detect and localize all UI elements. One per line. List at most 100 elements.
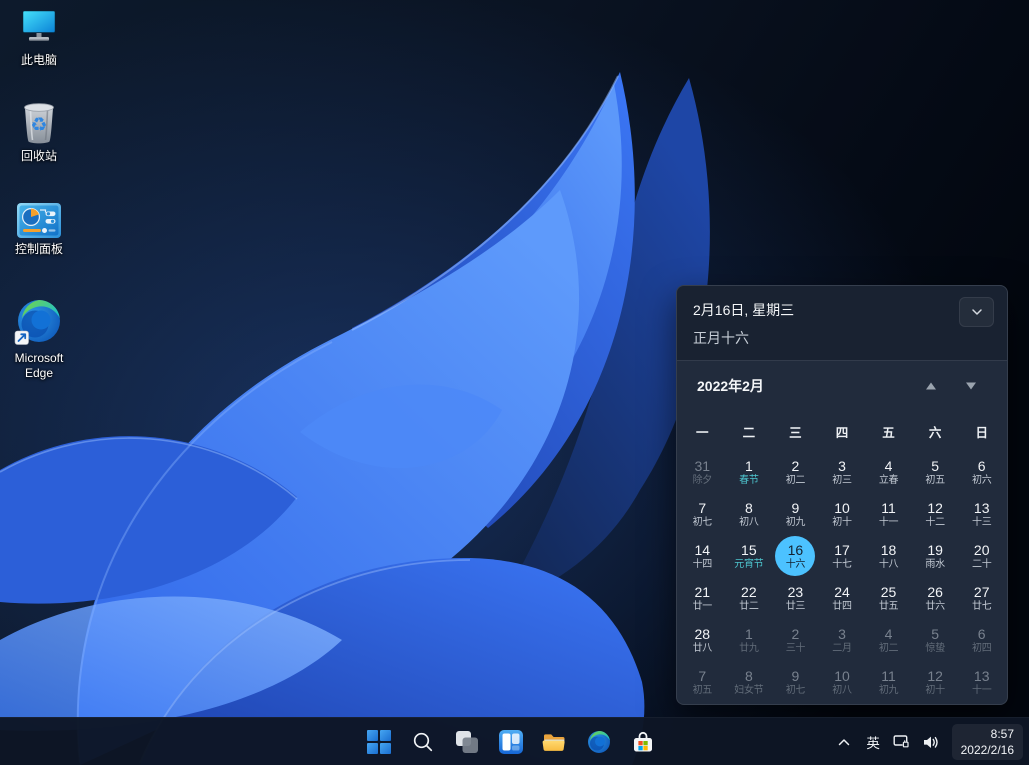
calendar-day[interactable]: 28廿八 bbox=[679, 619, 726, 661]
triangle-down-icon bbox=[965, 381, 977, 391]
calendar-day[interactable]: 12初十 bbox=[912, 661, 959, 703]
taskbar-task-view-button[interactable] bbox=[449, 724, 485, 760]
calendar-day[interactable]: 16十六 bbox=[772, 535, 819, 577]
calendar-day[interactable]: 23廿三 bbox=[772, 577, 819, 619]
calendar-day[interactable]: 6初六 bbox=[958, 451, 1005, 493]
clock-date: 2022/2/16 bbox=[961, 742, 1014, 758]
calendar-day[interactable]: 8妇女节 bbox=[726, 661, 773, 703]
calendar-day[interactable]: 21廿一 bbox=[679, 577, 726, 619]
widgets-icon bbox=[499, 730, 523, 754]
calendar-day[interactable]: 25廿五 bbox=[865, 577, 912, 619]
ime-language-label: 英 bbox=[866, 732, 880, 752]
calendar-day[interactable]: 17十七 bbox=[819, 535, 866, 577]
this-pc-icon bbox=[16, 8, 62, 50]
weekday-label: 二 bbox=[726, 422, 773, 441]
calendar-day[interactable]: 15元宵节 bbox=[726, 535, 773, 577]
calendar-day[interactable]: 5初五 bbox=[912, 451, 959, 493]
calendar-day[interactable]: 9初九 bbox=[772, 493, 819, 535]
chevron-down-icon bbox=[970, 305, 984, 319]
weekday-label: 六 bbox=[912, 422, 959, 441]
start-icon bbox=[367, 730, 391, 754]
calendar-day[interactable]: 3二月 bbox=[819, 619, 866, 661]
triangle-up-icon bbox=[925, 381, 937, 391]
taskbar-search-button[interactable] bbox=[405, 724, 441, 760]
calendar-day[interactable]: 10初十 bbox=[819, 493, 866, 535]
calendar-month-nav: 2022年2月 bbox=[677, 361, 1007, 411]
taskbar: 英 8:57 bbox=[0, 717, 1029, 765]
desktop-icon-label: 回收站 bbox=[21, 149, 57, 164]
search-icon bbox=[412, 731, 434, 753]
calendar-day[interactable]: 6初四 bbox=[958, 619, 1005, 661]
calendar-day[interactable]: 5惊蛰 bbox=[912, 619, 959, 661]
calendar-collapse-button[interactable] bbox=[959, 297, 994, 327]
calendar-day[interactable]: 11初九 bbox=[865, 661, 912, 703]
tray-clock-button[interactable]: 8:57 2022/2/16 bbox=[952, 724, 1023, 760]
edge-icon bbox=[13, 296, 65, 348]
calendar-day[interactable]: 22廿二 bbox=[726, 577, 773, 619]
desktop-icon-microsoft-edge[interactable]: Microsoft Edge bbox=[0, 296, 78, 381]
taskbar-widgets-button[interactable] bbox=[493, 724, 529, 760]
calendar-next-month-button[interactable] bbox=[951, 371, 991, 401]
calendar-day[interactable]: 24廿四 bbox=[819, 577, 866, 619]
calendar-lunar-label: 正月十六 bbox=[693, 328, 991, 348]
calendar-day[interactable]: 1春节 bbox=[726, 451, 773, 493]
volume-icon bbox=[922, 734, 940, 751]
calendar-day[interactable]: 7初七 bbox=[679, 493, 726, 535]
calendar-day[interactable]: 12十二 bbox=[912, 493, 959, 535]
calendar-day[interactable]: 1廿九 bbox=[726, 619, 773, 661]
calendar-month-label: 2022年2月 bbox=[697, 376, 911, 396]
weekday-label: 日 bbox=[958, 422, 1005, 441]
desktop-icon-label: 此电脑 bbox=[21, 53, 57, 68]
tray-network-button[interactable] bbox=[889, 724, 916, 760]
calendar-day[interactable]: 20二十 bbox=[958, 535, 1005, 577]
calendar-day[interactable]: 13十三 bbox=[958, 493, 1005, 535]
tray-hidden-icons-button[interactable] bbox=[831, 724, 858, 760]
taskbar-file-explorer-button[interactable] bbox=[537, 724, 573, 760]
calendar-day-grid: 31除夕1春节2初二3初三4立春5初五6初六7初七8初八9初九10初十11十一1… bbox=[677, 451, 1007, 703]
calendar-day[interactable]: 2初二 bbox=[772, 451, 819, 493]
calendar-weekday-row: 一二三四五六日 bbox=[677, 411, 1007, 451]
calendar-day[interactable]: 4立春 bbox=[865, 451, 912, 493]
calendar-day[interactable]: 9初七 bbox=[772, 661, 819, 703]
calendar-day[interactable]: 3初三 bbox=[819, 451, 866, 493]
weekday-label: 四 bbox=[819, 422, 866, 441]
calendar-day[interactable]: 14十四 bbox=[679, 535, 726, 577]
desktop-icon-recycle-bin[interactable]: ♻ 回收站 bbox=[0, 100, 78, 164]
calendar-prev-month-button[interactable] bbox=[911, 371, 951, 401]
task-view-icon bbox=[455, 730, 479, 754]
taskbar-system-tray: 英 8:57 bbox=[831, 724, 1023, 760]
calendar-day[interactable]: 7初五 bbox=[679, 661, 726, 703]
weekday-label: 三 bbox=[772, 422, 819, 441]
calendar-day[interactable]: 27廿七 bbox=[958, 577, 1005, 619]
desktop-icon-label: 控制面板 bbox=[15, 242, 63, 257]
desktop-icon-label: Microsoft Edge bbox=[3, 351, 75, 381]
taskbar-start-button[interactable] bbox=[361, 724, 397, 760]
recycle-bin-icon: ♻ bbox=[16, 100, 62, 146]
network-icon bbox=[893, 734, 912, 751]
calendar-day[interactable]: 18十八 bbox=[865, 535, 912, 577]
weekday-label: 一 bbox=[679, 422, 726, 441]
calendar-day[interactable]: 13十一 bbox=[958, 661, 1005, 703]
calendar-date-label: 2月16日, 星期三 bbox=[693, 300, 991, 320]
calendar-day[interactable]: 31除夕 bbox=[679, 451, 726, 493]
microsoft-store-icon bbox=[631, 730, 655, 754]
calendar-day[interactable]: 19雨水 bbox=[912, 535, 959, 577]
tray-volume-button[interactable] bbox=[918, 724, 945, 760]
weekday-label: 五 bbox=[865, 422, 912, 441]
file-explorer-icon bbox=[542, 730, 567, 754]
taskbar-edge-button[interactable] bbox=[581, 724, 617, 760]
control-panel-icon bbox=[16, 202, 62, 239]
svg-text:♻: ♻ bbox=[30, 114, 47, 136]
taskbar-center-icons bbox=[361, 724, 661, 760]
desktop-icon-control-panel[interactable]: 控制面板 bbox=[0, 202, 78, 257]
tray-ime-indicator[interactable]: 英 bbox=[860, 724, 887, 760]
desktop-icon-this-pc[interactable]: 此电脑 bbox=[0, 8, 78, 68]
calendar-day[interactable]: 26廿六 bbox=[912, 577, 959, 619]
calendar-day[interactable]: 10初八 bbox=[819, 661, 866, 703]
calendar-day[interactable]: 8初八 bbox=[726, 493, 773, 535]
calendar-day[interactable]: 4初二 bbox=[865, 619, 912, 661]
calendar-day[interactable]: 2三十 bbox=[772, 619, 819, 661]
calendar-day[interactable]: 11十一 bbox=[865, 493, 912, 535]
clock-time: 8:57 bbox=[991, 726, 1014, 742]
taskbar-store-button[interactable] bbox=[625, 724, 661, 760]
